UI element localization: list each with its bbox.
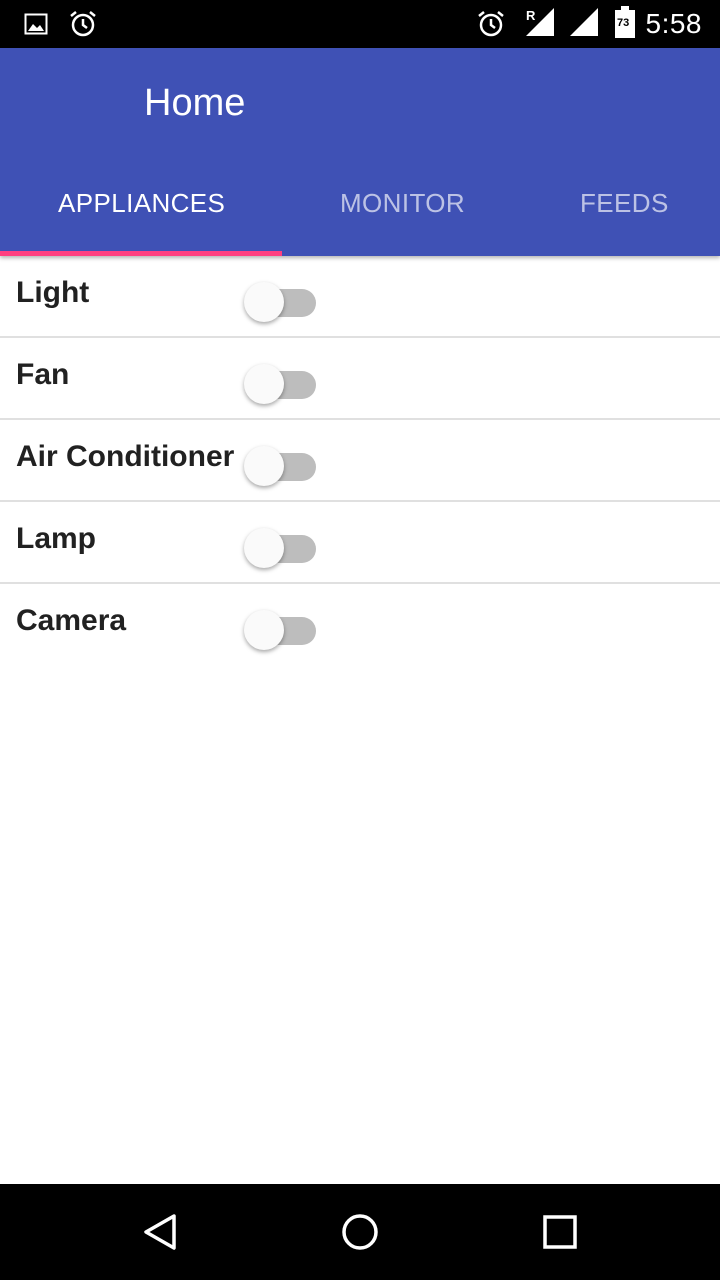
switch-thumb (244, 282, 284, 322)
roaming-label: R (526, 8, 536, 23)
air-conditioner-toggle-switch[interactable] (244, 444, 318, 486)
lamp-toggle-switch[interactable] (244, 526, 318, 568)
fan-toggle-switch[interactable] (244, 362, 318, 404)
switch-thumb (244, 528, 284, 568)
list-item: Light (0, 256, 720, 338)
app-bar: Home APPLIANCES MONITOR FEEDS (0, 48, 720, 256)
home-icon[interactable] (340, 1212, 380, 1252)
navigation-bar (0, 1184, 720, 1280)
list-item: Lamp (0, 502, 720, 584)
appliance-label: Lamp (16, 522, 97, 555)
list-item: Fan (0, 338, 720, 420)
page-title: Home (144, 82, 246, 124)
image-icon (24, 10, 48, 38)
list-item: Air Conditioner (0, 420, 720, 502)
switch-thumb (244, 610, 284, 650)
appliance-label: Camera (16, 604, 127, 637)
tab-feeds[interactable]: FEEDS (580, 188, 669, 219)
signal-icon (568, 8, 600, 36)
appliance-label: Air Conditioner (16, 440, 235, 473)
switch-thumb (244, 364, 284, 404)
back-icon[interactable] (140, 1212, 180, 1252)
appliance-label: Light (16, 276, 90, 309)
alarm-clock-icon (476, 10, 506, 38)
battery-level: 73 (617, 17, 630, 29)
clock: 5:58 (645, 8, 702, 39)
status-bar: R 73 5:58 (0, 0, 720, 48)
appliance-list: Light Fan Air Conditioner Lamp Camera (0, 256, 720, 666)
battery-icon: 73 (614, 6, 636, 38)
switch-thumb (244, 446, 284, 486)
tab-appliances[interactable]: APPLIANCES (58, 188, 225, 219)
tab-monitor[interactable]: MONITOR (340, 188, 465, 219)
recents-icon[interactable] (540, 1212, 580, 1252)
signal-roaming-icon: R (524, 8, 556, 36)
list-item: Camera (0, 584, 720, 666)
light-toggle-switch[interactable] (244, 280, 318, 322)
camera-toggle-switch[interactable] (244, 608, 318, 650)
appliance-label: Fan (16, 358, 70, 391)
alarm-clock-icon (68, 10, 98, 38)
